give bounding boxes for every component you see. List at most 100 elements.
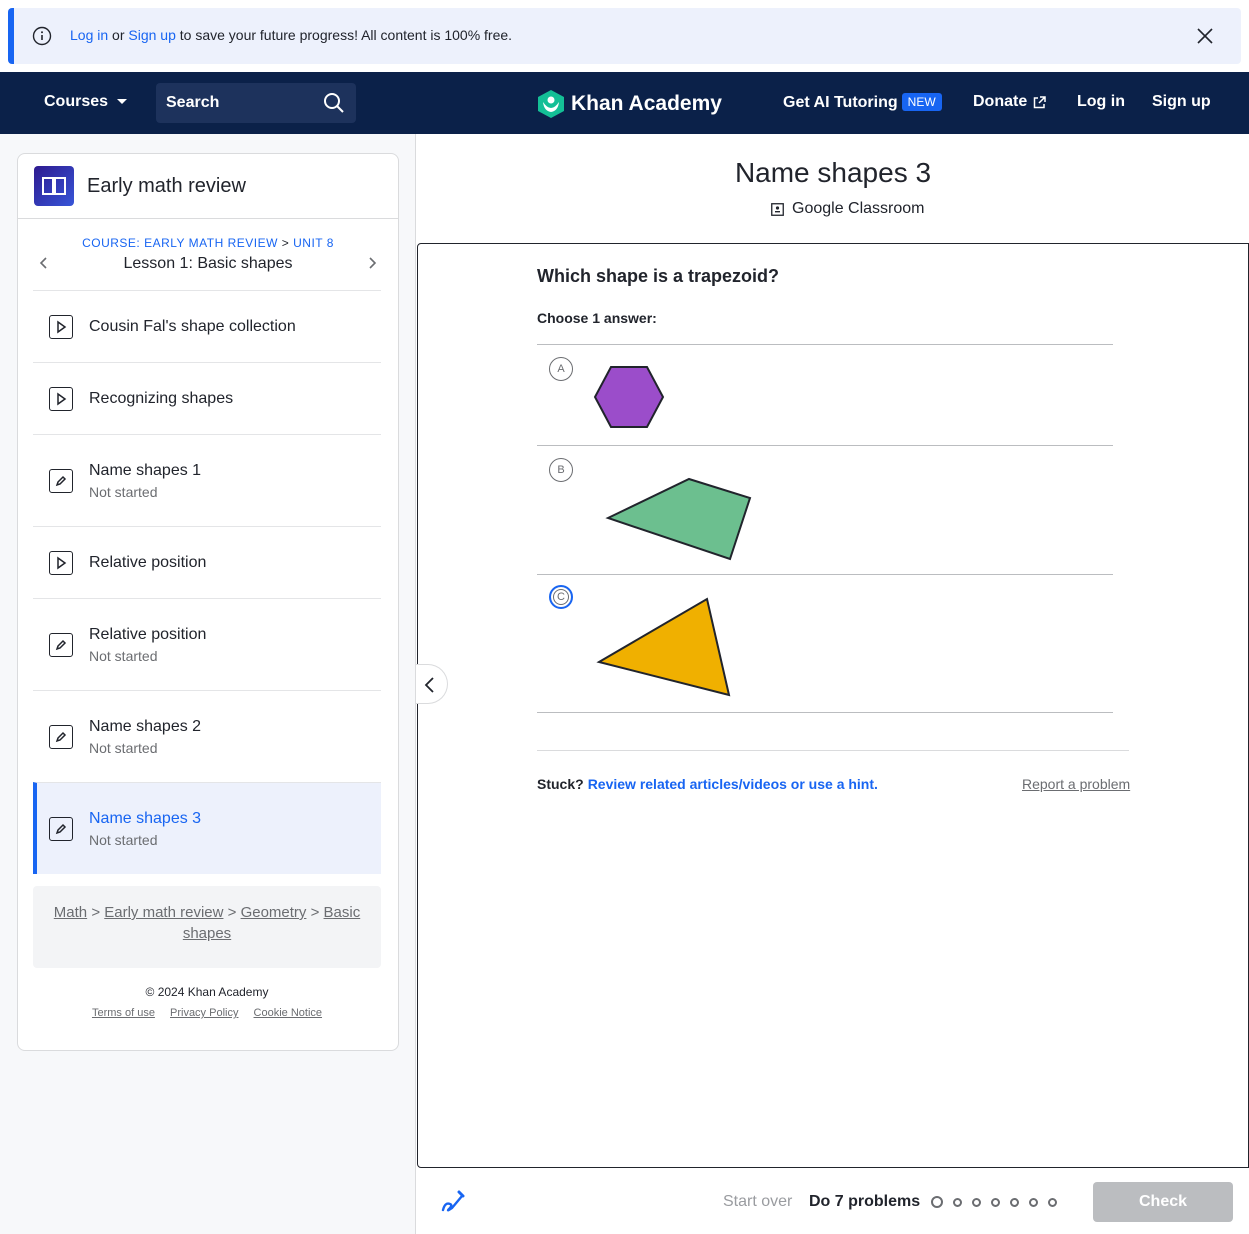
banner-rest: to save your future progress! All conten… [179, 27, 513, 43]
pencil-icon [49, 817, 73, 841]
privacy-link[interactable]: Privacy Policy [170, 1007, 238, 1019]
progress-dot [953, 1197, 962, 1207]
top-nav: Courses Search Khan Academy Get AI Tutor… [0, 72, 1249, 134]
triangle-shape [596, 597, 731, 697]
copyright: © 2024 Khan Academy [145, 985, 269, 999]
progress-dot [931, 1196, 943, 1208]
exercise-footer: Start over Do 7 problems Check [417, 1168, 1249, 1234]
progress-dot [1029, 1197, 1038, 1207]
report-problem-link[interactable]: Report a problem [1022, 776, 1130, 792]
hint-link[interactable]: Review related articles/videos or use a … [588, 776, 878, 792]
courses-label: Courses [44, 93, 109, 110]
page-title: Name shapes 3 [734, 157, 932, 188]
choice-letter-b[interactable]: B [549, 458, 573, 482]
item-status: Not started [89, 832, 158, 848]
progress-dot [1010, 1197, 1019, 1207]
google-classroom-label: Google Classroom [792, 200, 925, 217]
ai-tutoring-label: Get AI Tutoring [783, 94, 898, 111]
question-text: Which shape is a trapezoid? [537, 266, 780, 286]
item-name: Relative position [89, 626, 207, 643]
brand-name: Khan Academy [571, 92, 722, 115]
item-status: Not started [89, 484, 158, 500]
list-item[interactable]: Relative position Not started [33, 598, 381, 690]
stuck-hint: Stuck? Review related articles/videos or … [537, 776, 878, 792]
login-banner: Log in or Sign up to save your future pr… [8, 8, 1241, 64]
item-status: Not started [89, 740, 158, 756]
list-item[interactable]: Recognizing shapes [33, 362, 381, 434]
item-name: Cousin Fal's shape collection [89, 318, 296, 335]
khan-academy-logo[interactable]: Khan Academy [537, 89, 722, 119]
courses-menu[interactable]: Courses [44, 93, 128, 111]
search-input[interactable]: Search [156, 83, 356, 123]
hexagon-shape [593, 366, 665, 428]
item-name: Name shapes 1 [89, 462, 202, 479]
list-item[interactable]: Name shapes 2 Not started [33, 690, 381, 782]
list-item[interactable]: Relative position [33, 526, 381, 598]
cookie-link[interactable]: Cookie Notice [254, 1007, 322, 1019]
list-item[interactable]: Name shapes 1 Not started [33, 434, 381, 526]
hint-divider [537, 750, 1129, 751]
list-item[interactable]: Cousin Fal's shape collection [33, 290, 381, 362]
choice-b[interactable]: B [537, 445, 1113, 574]
choice-letter-a[interactable]: A [549, 357, 573, 381]
pencil-icon [49, 469, 73, 493]
banner-signup-link[interactable]: Sign up [128, 27, 175, 43]
google-classroom-button[interactable]: Google Classroom [771, 200, 925, 218]
scratchpad-icon[interactable] [439, 1188, 465, 1214]
breadcrumb-math[interactable]: Math [54, 904, 87, 921]
play-icon [49, 551, 73, 575]
banner-login-link[interactable]: Log in [70, 27, 108, 43]
do-problems-label: Do 7 problems [809, 1193, 921, 1210]
choice-a[interactable]: A [537, 344, 1113, 445]
progress-dot [1048, 1197, 1057, 1207]
item-name: Relative position [89, 554, 207, 571]
breadcrumb-early-math-review[interactable]: Early math review [104, 904, 223, 921]
ai-tutoring-link[interactable]: Get AI Tutoring NEW [783, 93, 942, 112]
item-name: Name shapes 3 [89, 810, 202, 827]
nav-signup-link[interactable]: Sign up [1152, 93, 1211, 111]
donate-label: Donate [973, 93, 1028, 110]
progress-dot [972, 1197, 981, 1207]
footer-links: Terms of use Privacy Policy Cookie Notic… [17, 1007, 397, 1019]
choice-letter-c[interactable]: C [549, 585, 573, 609]
list-item-active[interactable]: Name shapes 3 Not started [33, 782, 381, 874]
google-classroom-icon [771, 202, 784, 216]
chevron-down-icon [117, 99, 128, 104]
search-icon [324, 93, 344, 113]
banner-or: or [112, 27, 125, 43]
choice-c[interactable]: C [537, 574, 1113, 712]
nav-login-link[interactable]: Log in [1077, 93, 1125, 111]
item-name: Name shapes 2 [89, 718, 202, 735]
progress-dot [991, 1197, 1000, 1207]
item-name: Recognizing shapes [89, 390, 234, 407]
pencil-icon [49, 725, 73, 749]
progress-dots [931, 1196, 1057, 1208]
new-badge: NEW [901, 93, 942, 111]
breadcrumb-separator: > [227, 904, 241, 921]
breadcrumb-geometry[interactable]: Geometry [241, 904, 307, 921]
donate-link[interactable]: Donate [973, 93, 1046, 111]
check-button[interactable]: Check [1093, 1182, 1233, 1222]
choose-instruction: Choose 1 answer: [537, 310, 657, 326]
banner-message: Log in or Sign up to save your future pr… [70, 27, 512, 43]
pencil-icon [49, 633, 73, 657]
close-icon[interactable] [1195, 26, 1215, 46]
terms-link[interactable]: Terms of use [92, 1007, 155, 1019]
info-icon [32, 26, 52, 46]
lesson-items: Cousin Fal's shape collection Recognizin… [33, 290, 381, 874]
sidebar: Early math review COURSE: EARLY MATH REV… [0, 134, 416, 1234]
breadcrumb-separator: > [310, 904, 324, 921]
search-label: Search [166, 94, 220, 111]
breadcrumb: Math > Early math review > Geometry > Ba… [33, 886, 381, 968]
play-icon [49, 315, 73, 339]
choices-divider [537, 712, 1113, 713]
breadcrumb-separator: > [91, 904, 105, 921]
item-status: Not started [89, 648, 158, 664]
play-icon [49, 387, 73, 411]
external-link-icon [1033, 95, 1046, 108]
khan-logo-icon [538, 90, 564, 118]
stuck-label: Stuck? [537, 776, 584, 792]
chevron-left-icon [424, 677, 434, 693]
lesson-items-container: Cousin Fal's shape collection Recognizin… [17, 153, 399, 1051]
start-over-button[interactable]: Start over [723, 1193, 792, 1211]
